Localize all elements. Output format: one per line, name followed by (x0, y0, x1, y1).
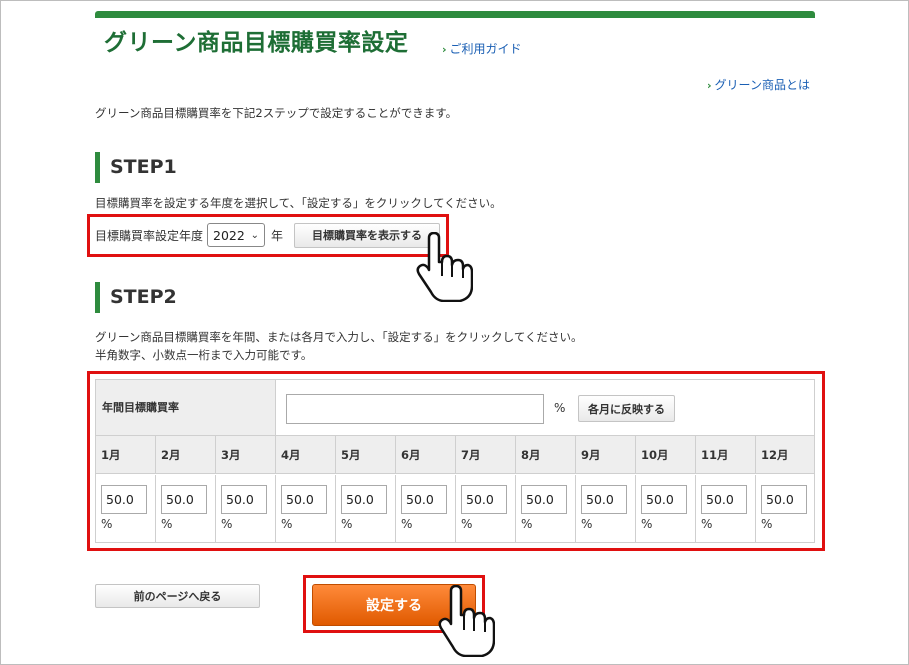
month-rate-input-9[interactable]: 50.0 (581, 485, 627, 514)
header-accent-bar (95, 11, 815, 18)
month-cell-8: 50.0% (516, 475, 576, 543)
month-percent-unit: % (161, 517, 173, 531)
year-select[interactable]: 2022 ⌄ (207, 223, 266, 247)
month-cell-3: 50.0% (216, 475, 276, 543)
year-label: 目標購買率設定年度 (95, 228, 204, 243)
guide-link-label: ご利用ガイド (449, 42, 522, 56)
month-header-12: 12月 (761, 448, 789, 462)
month-header-5: 5月 (336, 436, 396, 473)
month-percent-unit: % (401, 517, 413, 531)
month-cell-12: 50.0% (756, 475, 814, 543)
month-rate-input-2[interactable]: 50.0 (161, 485, 207, 514)
month-percent-unit: % (281, 517, 293, 531)
month-rate-input-10[interactable]: 50.0 (641, 485, 687, 514)
annual-rate-label: 年間目標購買率 (96, 380, 276, 435)
month-rate-input-11[interactable]: 50.0 (701, 485, 747, 514)
annual-rate-input[interactable] (286, 394, 544, 424)
month-percent-unit: % (581, 517, 593, 531)
page-title: グリーン商品目標購買率設定 (104, 30, 409, 56)
month-rate-input-1[interactable]: 50.0 (101, 485, 147, 514)
pointer-hand-icon (438, 585, 495, 657)
target-rate-panel: 年間目標購買率 % 各月に反映する 1月 2月 3月 4月 5月 6月 7月 8月 9月 10月 1… (95, 379, 815, 543)
month-header-6: 6月 (396, 436, 456, 473)
month-header-9: 9月 (576, 436, 636, 473)
annual-rate-row: 年間目標購買率 % 各月に反映する (96, 380, 814, 436)
month-percent-unit: % (341, 517, 353, 531)
step2-description-line2: 半角数字、小数点一桁まで入力可能です。 (95, 348, 313, 362)
chevron-right-icon: › (707, 79, 712, 92)
back-button[interactable]: 前のページへ戻る (95, 584, 260, 608)
month-cell-7: 50.0% (456, 475, 516, 543)
month-header-7: 7月 (456, 436, 516, 473)
month-cell-11: 50.0% (696, 475, 756, 543)
year-unit: 年 (271, 228, 284, 243)
about-green-products-link[interactable]: › グリーン商品とは (707, 76, 810, 93)
year-selection-row: 目標購買率設定年度 2022 ⌄ 年 目標購買率を表示する (95, 222, 441, 248)
month-cell-2: 50.0% (156, 475, 216, 543)
about-link-label: グリーン商品とは (714, 78, 810, 92)
month-header-10: 10月 (636, 436, 696, 473)
month-header-1: 1月 (96, 436, 156, 473)
year-select-value: 2022 (213, 227, 245, 243)
month-header-row: 1月 2月 3月 4月 5月 6月 7月 8月 9月 10月 11月 12月 (96, 436, 814, 474)
month-rate-input-7[interactable]: 50.0 (461, 485, 507, 514)
month-rate-input-8[interactable]: 50.0 (521, 485, 567, 514)
annual-percent-unit: % (554, 401, 566, 415)
month-percent-unit: % (461, 517, 473, 531)
month-header-2: 2月 (156, 436, 216, 473)
month-rate-input-6[interactable]: 50.0 (401, 485, 447, 514)
step2-description-line1: グリーン商品目標購買率を年間、または各月で入力し、「設定する」をクリックしてくだ… (95, 330, 583, 344)
month-percent-unit: % (221, 517, 233, 531)
month-percent-unit: % (701, 517, 713, 531)
step2-description: グリーン商品目標購買率を年間、または各月で入力し、「設定する」をクリックしてくだ… (95, 328, 582, 364)
month-percent-unit: % (761, 517, 773, 531)
chevron-right-icon: › (442, 43, 447, 56)
month-header-8: 8月 (516, 436, 576, 473)
month-rate-input-5[interactable]: 50.0 (341, 485, 387, 514)
month-percent-unit: % (101, 517, 113, 531)
month-rate-input-12[interactable]: 50.0 (761, 485, 807, 514)
month-percent-unit: % (521, 517, 533, 531)
month-cell-6: 50.0% (396, 475, 456, 543)
month-rate-input-4[interactable]: 50.0 (281, 485, 327, 514)
apply-to-months-button[interactable]: 各月に反映する (578, 395, 675, 422)
month-value-row: 50.0% 50.0% 50.0% 50.0% 50.0% 50.0% 50.0% 50.0%… (96, 475, 814, 543)
month-cell-1: 50.0% (96, 475, 156, 543)
guide-link[interactable]: › ご利用ガイド (442, 40, 522, 57)
pointer-hand-icon (416, 232, 473, 302)
month-cell-10: 50.0% (636, 475, 696, 543)
month-header-4: 4月 (276, 436, 336, 473)
chevron-down-icon: ⌄ (250, 229, 260, 241)
step2-heading: STEP2 (95, 282, 177, 313)
month-cell-9: 50.0% (576, 475, 636, 543)
month-percent-unit: % (641, 517, 653, 531)
month-rate-input-3[interactable]: 50.0 (221, 485, 267, 514)
month-header-11: 11月 (696, 436, 756, 473)
step1-description: 目標購買率を設定する年度を選択して、「設定する」をクリックしてください。 (95, 196, 502, 210)
intro-text: グリーン商品目標購買率を下記2ステップで設定することができます。 (95, 106, 458, 120)
month-cell-5: 50.0% (336, 475, 396, 543)
month-cell-4: 50.0% (276, 475, 336, 543)
step1-heading: STEP1 (95, 152, 177, 183)
month-header-3: 3月 (216, 436, 276, 473)
